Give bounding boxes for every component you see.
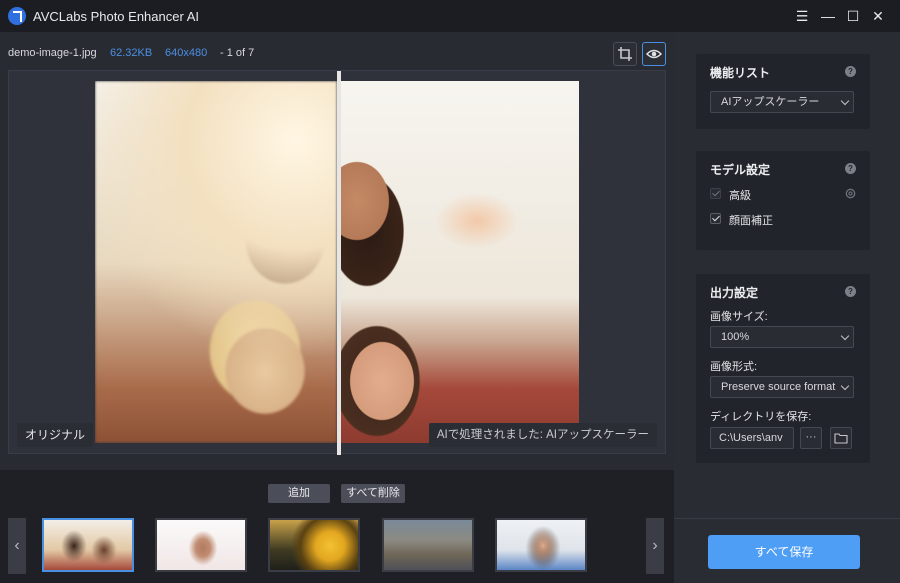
app-title: AVCLabs Photo Enhancer AI bbox=[33, 9, 199, 24]
feature-list-card: 機能リスト ? AIアップスケーラー bbox=[696, 54, 870, 129]
image-size-value: 100% bbox=[721, 331, 750, 343]
original-image bbox=[95, 81, 337, 443]
clear-all-button[interactable]: すべて削除 bbox=[341, 484, 405, 503]
help-icon[interactable]: ? bbox=[845, 163, 856, 174]
image-format-value: Preserve source format bbox=[721, 381, 836, 393]
save-directory-input[interactable]: C:\Users\anv bbox=[710, 427, 794, 449]
folder-icon bbox=[834, 433, 848, 444]
thumbnail-group-selfie[interactable] bbox=[42, 518, 134, 572]
face-enhance-label: 顔面補正 bbox=[729, 215, 773, 227]
crop-icon bbox=[618, 47, 632, 61]
face-enhance-checkbox[interactable] bbox=[710, 213, 721, 224]
image-size-label: 画像サイズ: bbox=[710, 311, 768, 323]
image-dimensions: 640x480 bbox=[165, 47, 208, 59]
feature-select-value: AIアップスケーラー bbox=[721, 96, 820, 108]
close-icon[interactable]: ✕ bbox=[868, 6, 888, 26]
advanced-checkbox[interactable] bbox=[710, 188, 721, 199]
help-icon[interactable]: ? bbox=[845, 286, 856, 297]
file-name: demo-image-1.jpg bbox=[8, 47, 97, 59]
image-format-label: 画像形式: bbox=[710, 361, 758, 373]
file-info-bar: demo-image-1.jpg 62.32KB 640x480 - 1 of … bbox=[0, 32, 674, 70]
compare-slider-handle[interactable] bbox=[337, 71, 341, 455]
thumbnail-city-square[interactable] bbox=[382, 518, 474, 572]
image-position: - 1 of 7 bbox=[220, 47, 255, 59]
original-label: オリジナル bbox=[17, 423, 94, 447]
thumbnail-woman-peace-sign[interactable] bbox=[495, 518, 587, 572]
workspace: demo-image-1.jpg 62.32KB 640x480 - 1 of … bbox=[0, 32, 674, 583]
thumbnail-anime-girl[interactable] bbox=[155, 518, 247, 572]
settings-panel: 機能リスト ? AIアップスケーラー モデル設定 ? 高級 顔面補正 出力設定 … bbox=[674, 32, 900, 583]
feature-select[interactable]: AIアップスケーラー bbox=[710, 91, 854, 113]
app-logo-icon bbox=[8, 7, 26, 25]
help-icon[interactable]: ? bbox=[845, 66, 856, 77]
crop-button[interactable] bbox=[613, 42, 637, 66]
minimize-icon[interactable]: — bbox=[818, 6, 838, 26]
save-all-button[interactable]: すべて保存 bbox=[708, 535, 860, 569]
image-size-select[interactable]: 100% bbox=[710, 326, 854, 348]
save-directory-label: ディレクトリを保存: bbox=[710, 411, 812, 423]
eye-icon bbox=[645, 49, 663, 59]
prev-arrow-icon[interactable]: ‹ bbox=[8, 518, 26, 574]
chevron-down-icon bbox=[840, 331, 850, 341]
save-directory-value: C:\Users\anv bbox=[719, 432, 783, 444]
file-size: 62.32KB bbox=[110, 47, 153, 59]
processed-label: AIで処理されました: AIアップスケーラー bbox=[428, 423, 657, 447]
feature-list-title: 機能リスト bbox=[710, 66, 771, 80]
model-settings-title: モデル設定 bbox=[710, 163, 771, 177]
image-preview[interactable]: オリジナル AIで処理されました: AIアップスケーラー bbox=[8, 70, 666, 455]
title-bar: AVCLabs Photo Enhancer AI ☰ — ☐ ✕ bbox=[0, 0, 900, 32]
model-settings-card: モデル設定 ? 高級 顔面補正 bbox=[696, 151, 870, 250]
preview-toggle-button[interactable] bbox=[642, 42, 666, 66]
gear-icon[interactable] bbox=[844, 187, 857, 200]
advanced-label: 高級 bbox=[729, 190, 751, 202]
thumbnail-sunflower[interactable] bbox=[268, 518, 360, 572]
processed-image bbox=[337, 81, 579, 443]
next-arrow-icon[interactable]: › bbox=[646, 518, 664, 574]
chevron-down-icon bbox=[840, 381, 850, 391]
chevron-down-icon bbox=[840, 96, 850, 106]
panel-divider bbox=[674, 518, 900, 519]
maximize-icon[interactable]: ☐ bbox=[843, 6, 863, 26]
browse-more-button[interactable]: ··· bbox=[800, 427, 822, 449]
menu-icon[interactable]: ☰ bbox=[792, 6, 812, 26]
add-button[interactable]: 追加 bbox=[268, 484, 330, 503]
image-format-select[interactable]: Preserve source format bbox=[710, 376, 854, 398]
thumbnail-strip: 追加 すべて削除 ‹ › bbox=[0, 470, 674, 583]
output-settings-title: 出力設定 bbox=[710, 286, 759, 300]
output-settings-card: 出力設定 ? 画像サイズ: 100% 画像形式: Preserve source… bbox=[696, 274, 870, 463]
open-folder-button[interactable] bbox=[830, 427, 852, 449]
